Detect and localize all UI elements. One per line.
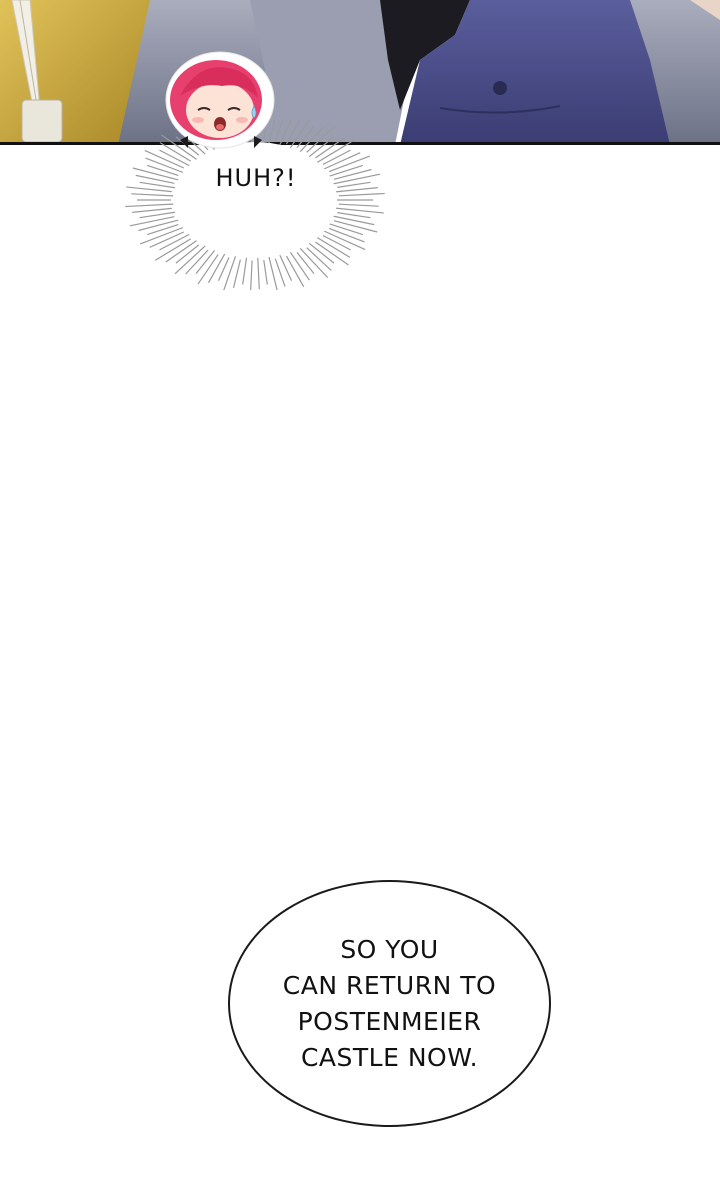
speech-line: CAN RETURN TO [282, 971, 497, 1000]
speech-line: SO YOU [340, 935, 439, 964]
burst-line [131, 193, 176, 197]
burst-line [242, 257, 248, 285]
burst-line [129, 216, 175, 227]
burst-line [257, 257, 260, 290]
burst-line [147, 224, 179, 236]
burst-line [334, 187, 378, 193]
burst-line [250, 260, 253, 290]
burst-line [207, 253, 226, 284]
speech-line: POSTENMEIER [297, 1007, 482, 1036]
burst-line [289, 120, 310, 149]
burst-line [285, 120, 301, 145]
burst-line [322, 149, 351, 166]
burst-line [322, 234, 351, 251]
burst-line [132, 207, 172, 213]
burst-line [125, 203, 176, 208]
burst-line [338, 192, 385, 197]
burst-line [327, 164, 363, 178]
burst-line [285, 255, 305, 288]
speech-bubble: SO YOU CAN RETURN TO POSTENMEIER CASTLE … [228, 880, 551, 1127]
burst-line [337, 212, 371, 219]
ink-bottle [21, 99, 63, 143]
vest-button [493, 81, 507, 95]
burst-line [337, 181, 371, 188]
reaction-text: HUH?! [215, 164, 297, 192]
chibi-character [165, 51, 275, 149]
speech-line: CASTLE NOW. [300, 1043, 479, 1072]
burst-line [333, 168, 372, 180]
burst-line [296, 126, 315, 148]
speech-bubble-text: SO YOU CAN RETURN TO POSTENMEIER CASTLE … [230, 932, 549, 1076]
burst-line [147, 164, 179, 176]
burst-line [232, 259, 241, 289]
burst-line [263, 260, 268, 285]
burst-line [327, 222, 363, 236]
burst-line [338, 203, 379, 207]
burst-line [331, 173, 381, 185]
burst-line [334, 207, 384, 214]
burst-line [296, 252, 315, 274]
burst-line [138, 219, 180, 232]
burst-line [126, 186, 172, 193]
burst-line [333, 220, 378, 233]
